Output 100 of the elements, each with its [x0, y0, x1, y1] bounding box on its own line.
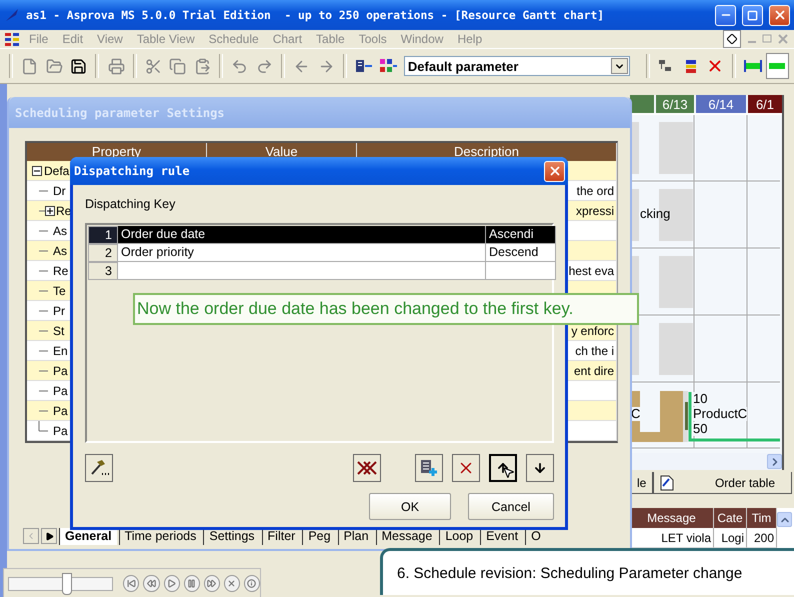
- caption-banner: 6. Schedule revision: Scheduling Parameter change: [380, 548, 794, 595]
- collapse-icon[interactable]: [32, 166, 42, 176]
- slider-thumb[interactable]: [62, 572, 72, 594]
- gantt-row-text: cking: [640, 207, 670, 221]
- close-icon: [227, 579, 236, 588]
- info-button[interactable]: [244, 575, 260, 592]
- expand-icon[interactable]: [38, 206, 55, 216]
- scissors-icon: [144, 58, 162, 74]
- close-button[interactable]: [224, 575, 240, 592]
- row-number: 2: [88, 244, 118, 262]
- key-cell[interactable]: [118, 262, 486, 280]
- column-header: Tim: [747, 508, 777, 528]
- description-text: ch the i: [575, 344, 614, 358]
- property-name: Re: [56, 204, 72, 218]
- pause-icon: [187, 579, 196, 588]
- tab-scroll-right-button[interactable]: [41, 528, 57, 544]
- add-table-icon: [420, 459, 438, 477]
- key-cell[interactable]: Order priority: [118, 244, 486, 262]
- tree-branch-line: [38, 310, 48, 311]
- annotation-callout: Now the order due date has been changed to the first key.: [133, 293, 639, 325]
- parameter-combo[interactable]: Default parameter: [404, 56, 630, 76]
- marker-bar: [685, 402, 688, 430]
- row-number: 3: [88, 262, 118, 280]
- order-cell[interactable]: [486, 262, 556, 280]
- maximize-icon: [747, 10, 758, 20]
- date-header: 6/13: [656, 95, 694, 113]
- tree-branch-line: [38, 250, 48, 251]
- tree-corner-line: [38, 420, 48, 431]
- cancel-button[interactable]: Cancel: [468, 493, 554, 520]
- maximize-button[interactable]: [742, 4, 763, 26]
- tree-branch-line: [38, 410, 48, 411]
- tree-branch-line: [38, 290, 48, 291]
- pause-button[interactable]: [184, 575, 200, 592]
- order-cell[interactable]: Ascendi: [486, 226, 556, 244]
- bar-label: 10: [693, 392, 708, 406]
- move-down-button[interactable]: [526, 454, 554, 482]
- printer-icon: [108, 58, 124, 74]
- dialog-title: Dispatching rule: [74, 164, 190, 178]
- new-file-icon: [21, 58, 38, 74]
- scroll-up-button[interactable]: [777, 512, 792, 527]
- rewind-button[interactable]: [143, 575, 160, 592]
- triangle-right-icon: [44, 532, 54, 540]
- order-cell[interactable]: Descend: [486, 244, 556, 262]
- double-cross-icon: [356, 459, 378, 477]
- ok-button[interactable]: OK: [369, 493, 451, 520]
- column-header: Cate: [714, 508, 747, 528]
- tree-branch-line: [38, 330, 48, 331]
- key-cell[interactable]: Order due date: [118, 226, 486, 244]
- redo-icon: [256, 58, 273, 74]
- move-up-button[interactable]: [489, 454, 517, 482]
- add-row-button[interactable]: [415, 454, 443, 482]
- list-arrow-icon: [354, 58, 373, 74]
- play-icon: [167, 579, 176, 588]
- edit-button[interactable]: [85, 454, 113, 482]
- property-name: Pa: [53, 384, 68, 398]
- save-icon: [70, 58, 88, 74]
- folder-icon: [46, 58, 63, 74]
- info-icon: [247, 579, 256, 588]
- fast-forward-button[interactable]: [204, 575, 220, 592]
- view-tab[interactable]: le: [630, 472, 654, 494]
- property-name: As: [53, 224, 68, 238]
- document-icon: [660, 474, 674, 490]
- date-header: 6/1: [748, 95, 782, 113]
- delete-row-button[interactable]: [452, 454, 480, 482]
- description-text: y enforc: [571, 324, 614, 338]
- tree-branch-line: [38, 370, 48, 371]
- view-tab[interactable]: Order table: [653, 472, 792, 494]
- scroll-right-button[interactable]: [767, 454, 782, 469]
- tree-branch-line: [38, 190, 48, 191]
- description-text: ent dire: [574, 364, 614, 378]
- paste-icon: [194, 58, 211, 74]
- undo-icon: [231, 58, 248, 74]
- fast-forward-icon: [207, 579, 216, 588]
- property-name: Dr: [53, 184, 66, 198]
- skip-back-icon: [126, 579, 136, 588]
- property-name: Pa: [53, 404, 68, 418]
- description-text: xpressi: [576, 204, 614, 218]
- property-name: As: [53, 244, 68, 258]
- property-name: En: [53, 344, 68, 358]
- bracketed-bar-icon: [744, 58, 762, 74]
- property-name: Pa: [53, 424, 68, 438]
- tree-branch-line: [38, 390, 48, 391]
- description-text: hest eva: [568, 264, 614, 278]
- tree-branch-line: [38, 230, 48, 231]
- gantt-bar-button[interactable]: [766, 54, 788, 78]
- bar-label: ProductC: [693, 407, 748, 421]
- column-header: Message: [630, 508, 714, 528]
- section-label: Dispatching Key: [85, 197, 176, 211]
- remove-all-button[interactable]: [353, 454, 381, 482]
- copy-icon: [169, 58, 186, 74]
- property-name: St: [53, 324, 64, 338]
- close-icon: [772, 8, 786, 22]
- date-header: [630, 95, 654, 113]
- description-text: the ord: [576, 184, 614, 198]
- diamond-icon[interactable]: [724, 31, 740, 47]
- skip-back-button[interactable]: [123, 575, 140, 592]
- minimize-button[interactable]: [715, 4, 736, 26]
- play-button[interactable]: [164, 575, 180, 592]
- property-name: Pa: [53, 364, 68, 378]
- idle-block: [659, 323, 693, 375]
